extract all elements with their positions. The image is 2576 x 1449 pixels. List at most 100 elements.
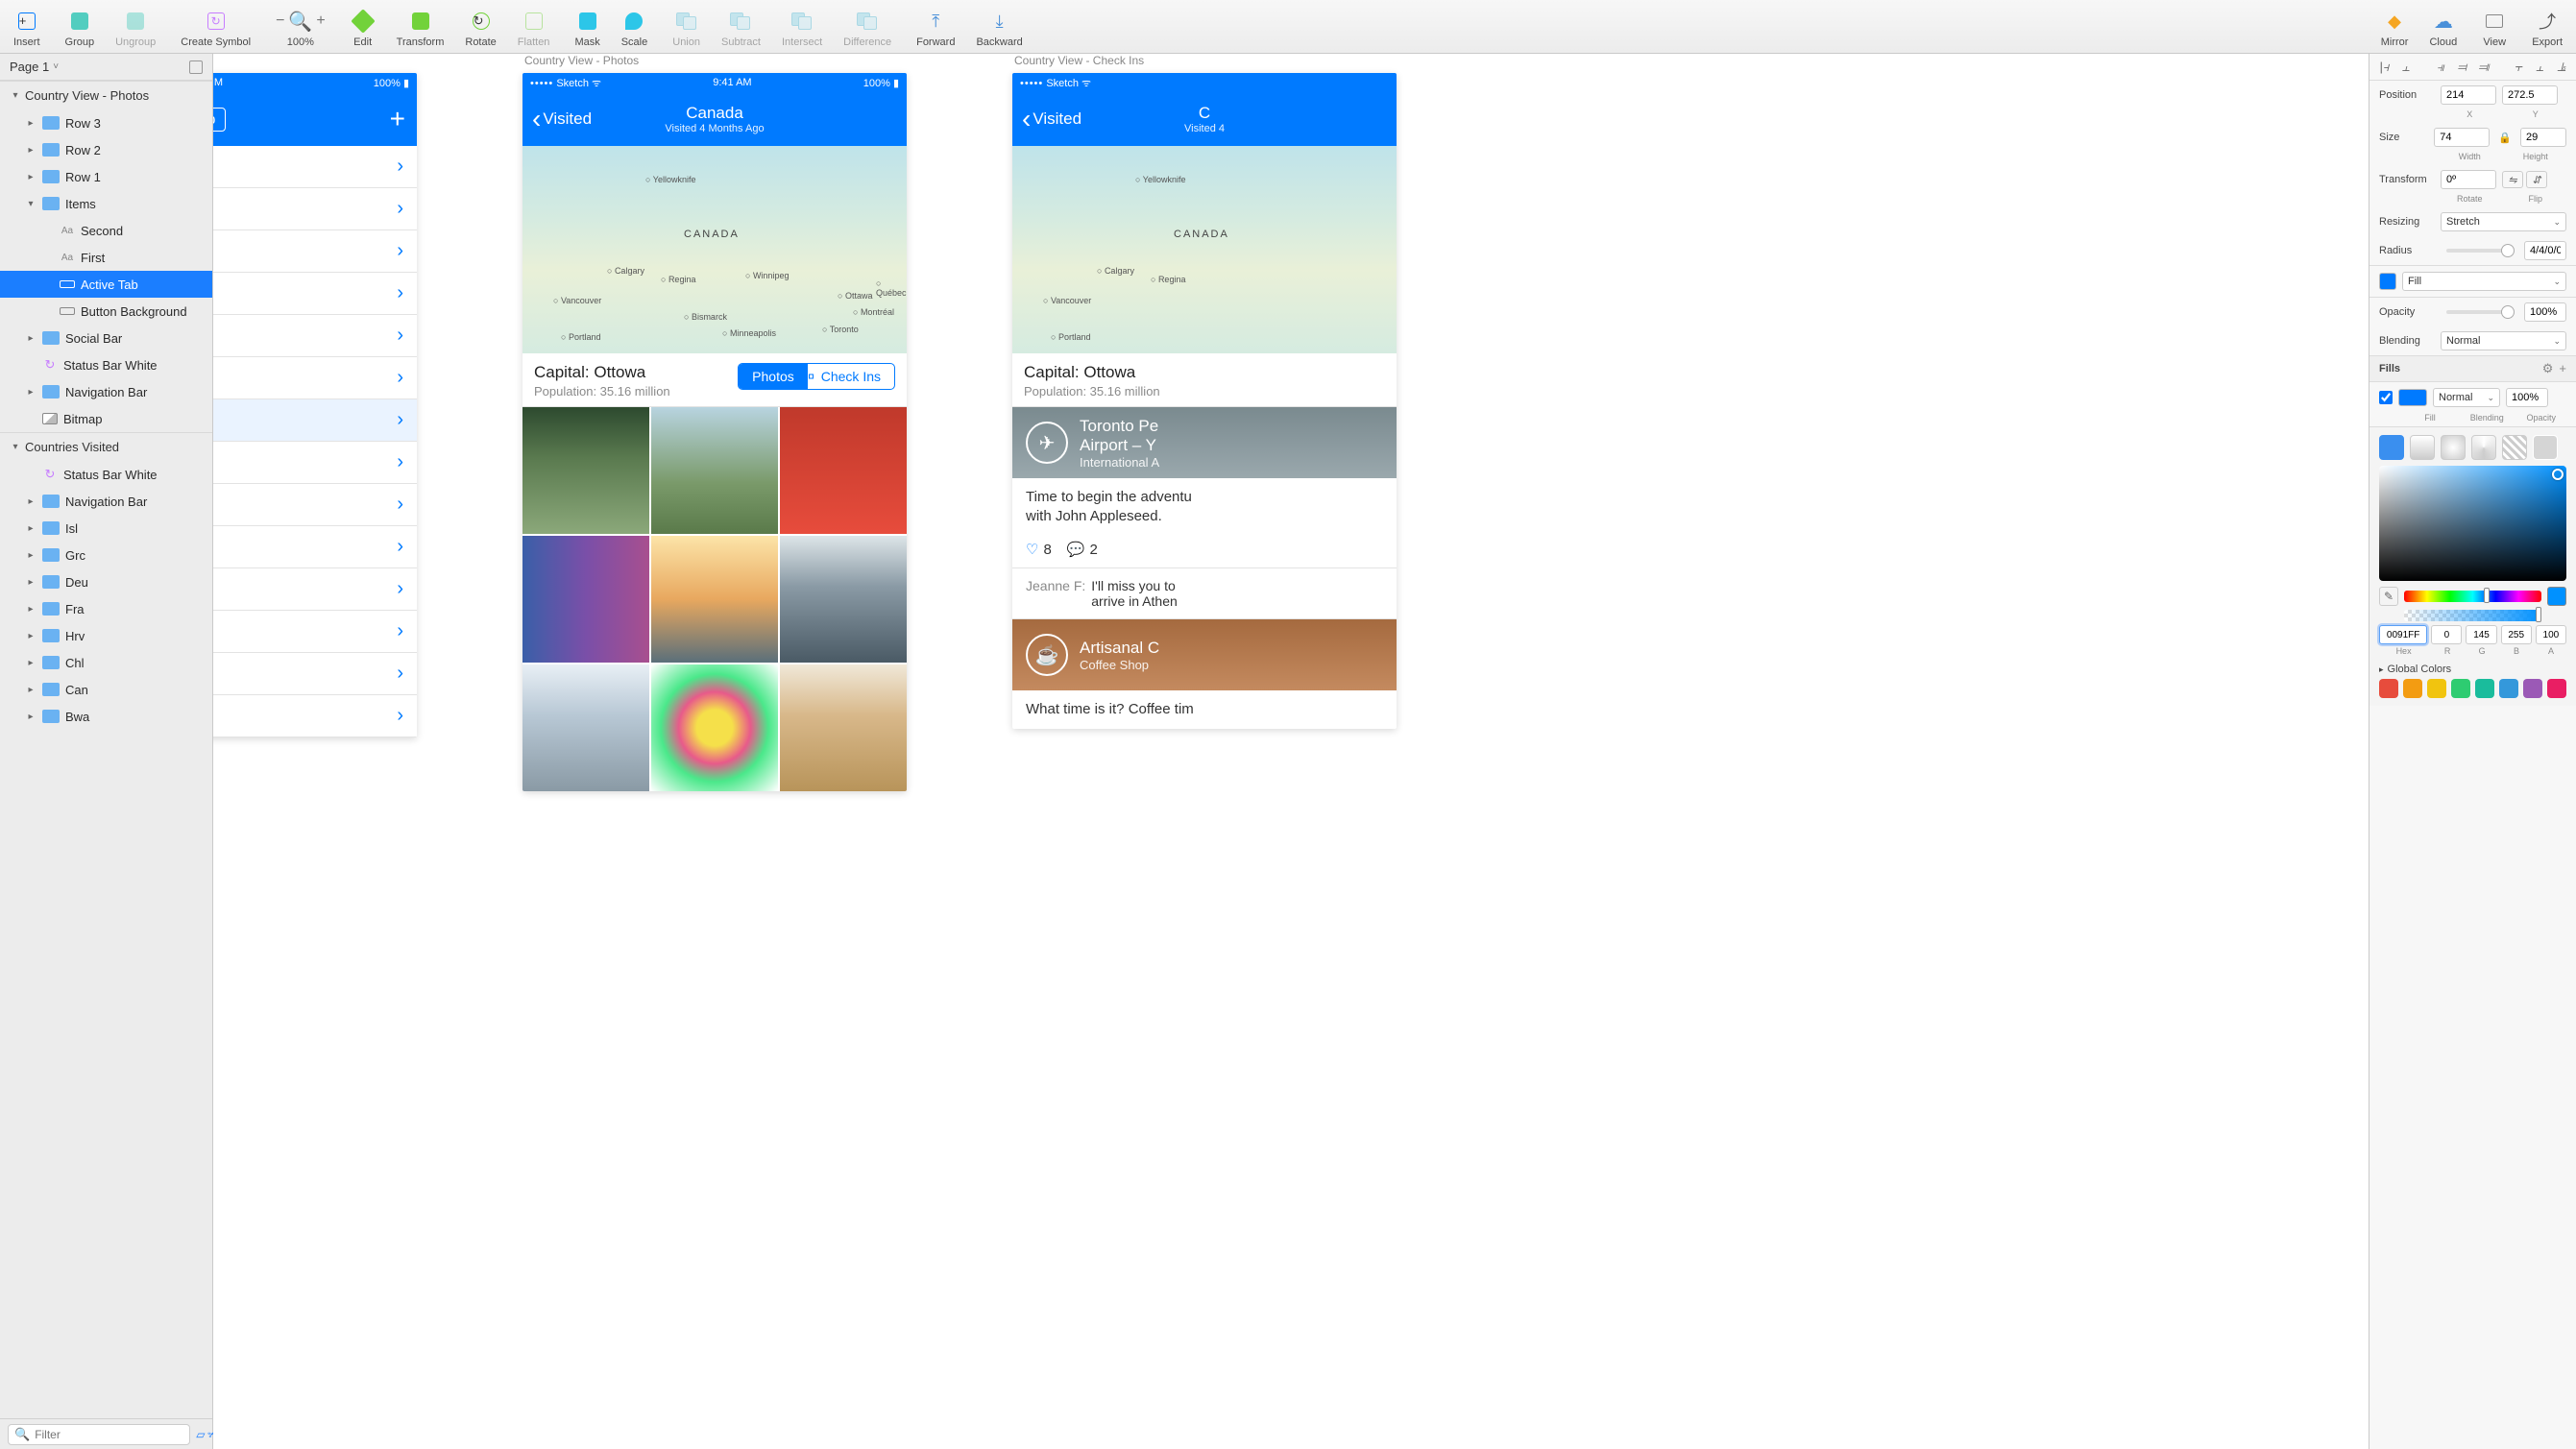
map-button[interactable]: Map	[213, 108, 226, 132]
layer-filter-input[interactable]	[35, 1428, 183, 1441]
group-button[interactable]: Group	[61, 5, 99, 48]
zoom-control[interactable]: − 🔍 + 100%	[272, 5, 329, 48]
opacity-input[interactable]	[2524, 302, 2566, 322]
view-button[interactable]: View	[2478, 5, 2511, 48]
artboard-grid-icon[interactable]	[189, 60, 203, 74]
color-swatch[interactable]	[2451, 679, 2470, 698]
mirror-button[interactable]: ◆Mirror	[2377, 5, 2413, 48]
position-y-input[interactable]	[2502, 85, 2558, 105]
flip-horizontal-icon[interactable]: ⇋	[2502, 171, 2523, 188]
layer-row[interactable]: Status Bar White	[0, 351, 212, 378]
artboard-checkins[interactable]: Country View - Check Ins Sketch ᯤ Visite…	[1012, 54, 1397, 729]
photo-thumbnail[interactable]	[780, 664, 907, 791]
cloud-button[interactable]: ☁Cloud	[2425, 5, 2461, 48]
lock-icon[interactable]: 🔒	[2495, 132, 2515, 144]
radial-gradient-type[interactable]	[2441, 435, 2466, 460]
layer-row[interactable]: ▸Row 2	[0, 136, 212, 163]
rotate-button[interactable]: ↻Rotate	[461, 5, 499, 48]
blending-select[interactable]: Normal	[2441, 331, 2566, 350]
flip-vertical-icon[interactable]: ⇵	[2526, 171, 2547, 188]
add-fill-icon[interactable]: +	[2559, 361, 2566, 376]
photo-thumbnail[interactable]	[522, 664, 649, 791]
layer-row[interactable]: Button Background	[0, 298, 212, 325]
align-center-h-icon[interactable]: ⫠	[2397, 59, 2416, 76]
color-picker-dot[interactable]	[2552, 469, 2564, 480]
align-h-center-icon[interactable]: ⫤	[2453, 59, 2471, 76]
photo-thumbnail[interactable]	[522, 536, 649, 663]
intersect-button[interactable]: Intersect	[778, 5, 826, 48]
radius-input[interactable]	[2524, 241, 2566, 260]
segment-photos[interactable]: Photos	[752, 369, 794, 384]
layer-row[interactable]: ▸Social Bar	[0, 325, 212, 351]
linear-gradient-type[interactable]	[2410, 435, 2435, 460]
layer-row[interactable]: ▸Row 3	[0, 109, 212, 136]
align-bottom-icon[interactable]: ⫡	[2553, 59, 2571, 76]
layer-section-header[interactable]: ▾Country View - Photos	[0, 81, 212, 109]
backward-button[interactable]: ⤓Backward	[972, 5, 1026, 48]
comment-button[interactable]: 💬 2	[1067, 541, 1098, 558]
like-button[interactable]: ♡ 8	[1026, 541, 1052, 558]
global-colors-header[interactable]: Global Colors	[2379, 664, 2566, 675]
fill-opacity-input[interactable]	[2506, 388, 2548, 407]
artboard-title[interactable]: Country View - Photos	[522, 54, 907, 73]
width-input[interactable]	[2434, 128, 2490, 147]
color-swatch[interactable]	[2403, 679, 2422, 698]
layer-row[interactable]: ▸Navigation Bar	[0, 378, 212, 405]
layer-row[interactable]: ▸Hrv	[0, 622, 212, 649]
subtract-button[interactable]: Subtract	[717, 5, 765, 48]
color-swatch[interactable]	[2547, 679, 2566, 698]
r-input[interactable]	[2431, 625, 2462, 644]
difference-button[interactable]: Difference	[839, 5, 895, 48]
align-v-center-icon[interactable]: ⫠	[2531, 59, 2549, 76]
rotate-input[interactable]	[2441, 170, 2496, 189]
g-input[interactable]	[2466, 625, 2496, 644]
photo-thumbnail[interactable]	[780, 536, 907, 663]
photo-thumbnail[interactable]	[780, 407, 907, 534]
align-left-icon[interactable]: |⫞	[2375, 59, 2394, 76]
fill-color-swatch[interactable]	[2398, 389, 2427, 406]
align-left-edge-icon[interactable]: ⫣	[2431, 59, 2449, 76]
layer-row[interactable]: Status Bar White	[0, 461, 212, 488]
height-input[interactable]	[2520, 128, 2566, 147]
b-input[interactable]	[2501, 625, 2532, 644]
scale-button[interactable]: Scale	[618, 5, 652, 48]
flatten-button[interactable]: Flatten	[514, 5, 554, 48]
photo-thumbnail[interactable]	[522, 407, 649, 534]
layer-row[interactable]: ▸Fra	[0, 595, 212, 622]
hue-slider[interactable]	[2404, 591, 2541, 602]
zoom-in-icon[interactable]: +	[316, 12, 325, 30]
layer-row[interactable]: ▸Bwa	[0, 703, 212, 730]
forward-button[interactable]: ⤒Forward	[912, 5, 959, 48]
layer-row[interactable]: ▸Row 1	[0, 163, 212, 190]
angular-gradient-type[interactable]	[2471, 435, 2496, 460]
create-symbol-button[interactable]: ↻ Create Symbol	[177, 5, 255, 48]
mask-button[interactable]: Mask	[571, 5, 603, 48]
back-button[interactable]: Visited	[1012, 109, 1091, 129]
layer-row[interactable]: Active Tab	[0, 271, 212, 298]
radius-slider[interactable]: .insp-slider::after{left:0}	[2446, 249, 2513, 253]
page-selector[interactable]: Page 1	[0, 54, 212, 81]
fill-type-select[interactable]: Fill	[2402, 272, 2566, 291]
photo-thumbnail[interactable]	[651, 407, 778, 534]
resizing-select[interactable]: Stretch	[2441, 212, 2566, 231]
segmented-control[interactable]: Photos Check Ins	[738, 363, 895, 390]
gear-icon[interactable]: ⚙	[2542, 361, 2554, 376]
fill-blend-select[interactable]: Normal	[2433, 388, 2500, 407]
photo-thumbnail[interactable]	[651, 536, 778, 663]
union-button[interactable]: Union	[668, 5, 704, 48]
layer-row[interactable]: ▸Grc	[0, 542, 212, 568]
export-button[interactable]: ⤴Export	[2528, 5, 2566, 48]
zoom-out-icon[interactable]: −	[276, 12, 284, 30]
artboard-photos[interactable]: Country View - Photos Sketch ᯤ 9:41 AM 1…	[522, 54, 907, 791]
layer-row[interactable]: ▸Isl	[0, 515, 212, 542]
color-swatch[interactable]	[2475, 679, 2494, 698]
align-top-icon[interactable]: ⫟	[2509, 59, 2527, 76]
layer-row[interactable]: ▸Navigation Bar	[0, 488, 212, 515]
noise-type[interactable]	[2533, 435, 2558, 460]
layer-filter[interactable]: 🔍	[8, 1424, 190, 1445]
layer-row[interactable]: ▾Items	[0, 190, 212, 217]
back-button[interactable]: Visited	[522, 109, 601, 129]
edit-button[interactable]: Edit	[347, 5, 379, 48]
color-swatch[interactable]	[2499, 679, 2518, 698]
alpha-slider[interactable]	[2404, 610, 2541, 621]
